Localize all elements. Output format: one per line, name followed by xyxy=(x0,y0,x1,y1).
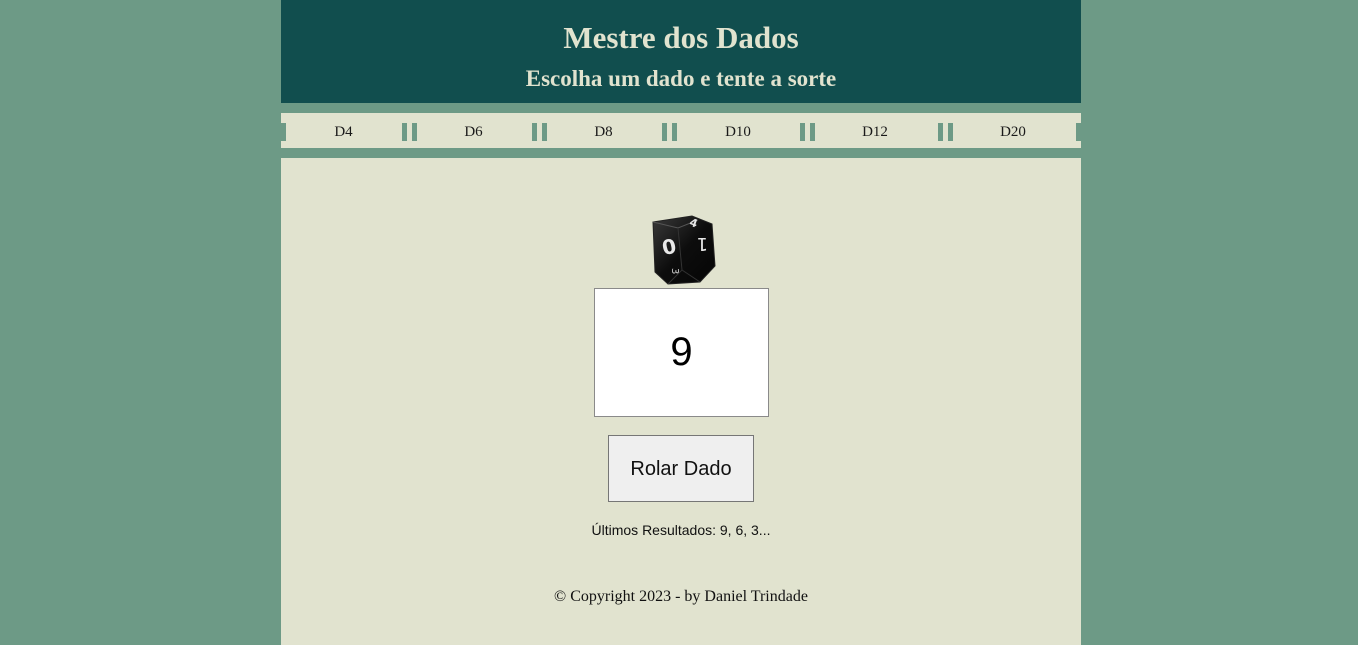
header: Mestre dos Dados Escolha um dado e tente… xyxy=(281,0,1081,103)
nav-item-d6[interactable]: D6 xyxy=(451,123,496,141)
main-panel: 0 4 1 3 9 Rolar Dado Últimos Resultados:… xyxy=(281,158,1081,645)
nav-separator xyxy=(402,123,417,141)
dice-nav: D4 D6 D8 D10 D12 D20 xyxy=(281,113,1081,148)
nav-separator xyxy=(800,123,815,141)
result-display: 9 xyxy=(594,288,769,417)
nav-item-d12[interactable]: D12 xyxy=(850,123,900,141)
page: Mestre dos Dados Escolha um dado e tente… xyxy=(281,0,1081,645)
recent-results: Últimos Resultados: 9, 6, 3... xyxy=(591,522,771,538)
nav-separator xyxy=(532,123,547,141)
footer-copyright: © Copyright 2023 - by Daniel Trindade xyxy=(554,588,808,605)
svg-text:3: 3 xyxy=(669,268,680,274)
roll-dice-button[interactable]: Rolar Dado xyxy=(608,435,754,502)
nav-separator xyxy=(281,123,286,141)
page-subtitle: Escolha um dado e tente a sorte xyxy=(525,66,837,91)
nav-item-d4[interactable]: D4 xyxy=(321,123,366,141)
nav-item-d10[interactable]: D10 xyxy=(713,123,763,141)
page-title: Mestre dos Dados xyxy=(563,20,799,55)
nav-separator xyxy=(662,123,677,141)
nav-item-d8[interactable]: D8 xyxy=(581,123,626,141)
nav-separator xyxy=(938,123,953,141)
d10-dice-icon: 0 4 1 3 xyxy=(652,215,716,285)
svg-text:1: 1 xyxy=(697,233,708,254)
nav-separator xyxy=(1076,123,1081,141)
nav-item-d20[interactable]: D20 xyxy=(988,123,1038,141)
